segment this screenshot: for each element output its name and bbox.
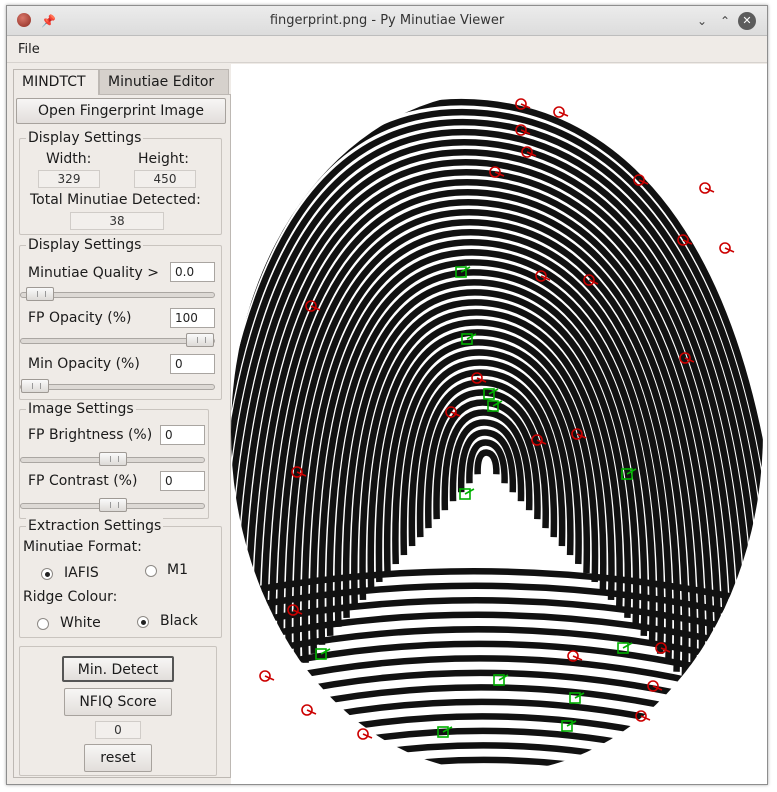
title-bar[interactable]: 📌 fingerprint.png - Py Minutiae Viewer ⌄… bbox=[7, 6, 767, 36]
min-opacity-label: Min Opacity (%) bbox=[28, 356, 140, 372]
maximize-icon[interactable]: ⌃ bbox=[716, 12, 734, 30]
tab-mindtct[interactable]: MINDTCT bbox=[13, 69, 99, 95]
display-info-group: Display Settings Width: Height: 329 450 … bbox=[19, 130, 222, 235]
total-minutiae-value: 38 bbox=[70, 212, 164, 230]
fp-brightness-handle[interactable] bbox=[99, 452, 127, 466]
display-settings-title: Display Settings bbox=[26, 237, 144, 253]
m1-label[interactable]: M1 bbox=[167, 562, 188, 578]
white-label[interactable]: White bbox=[60, 615, 101, 631]
radio-black[interactable] bbox=[137, 616, 149, 628]
fp-opacity-handle[interactable] bbox=[186, 333, 214, 347]
ending-marker[interactable] bbox=[259, 670, 275, 682]
reset-button[interactable]: reset bbox=[84, 744, 152, 772]
width-label: Width: bbox=[46, 151, 92, 167]
fingerprint-canvas[interactable] bbox=[231, 64, 767, 784]
menu-bar: File bbox=[7, 37, 767, 63]
control-panel: Open Fingerprint Image Display Settings … bbox=[13, 94, 231, 778]
display-info-title: Display Settings bbox=[26, 130, 144, 146]
minimize-icon[interactable]: ⌄ bbox=[693, 12, 711, 30]
black-label[interactable]: Black bbox=[160, 613, 198, 629]
radio-white[interactable] bbox=[37, 618, 49, 630]
app-window: 📌 fingerprint.png - Py Minutiae Viewer ⌄… bbox=[6, 5, 768, 785]
total-minutiae-label: Total Minutiae Detected: bbox=[30, 192, 201, 208]
min-opacity-slider[interactable] bbox=[20, 379, 215, 393]
fp-brightness-label: FP Brightness (%) bbox=[28, 427, 153, 443]
height-label: Height: bbox=[138, 151, 189, 167]
fp-opacity-label: FP Opacity (%) bbox=[28, 310, 132, 326]
actions-group: Min. Detect NFIQ Score 0 reset bbox=[19, 646, 217, 776]
tab-minutiae-editor[interactable]: Minutiae Editor bbox=[99, 69, 229, 95]
image-settings-group: Image Settings FP Brightness (%) 0 FP Co… bbox=[19, 401, 209, 519]
menu-file[interactable]: File bbox=[18, 42, 40, 57]
fingerprint-image bbox=[231, 92, 763, 772]
min-opacity-handle[interactable] bbox=[21, 379, 49, 393]
fingerprint-viewer[interactable] bbox=[231, 64, 767, 784]
iafis-label[interactable]: IAFIS bbox=[64, 565, 99, 581]
ending-marker[interactable] bbox=[699, 182, 715, 194]
image-settings-title: Image Settings bbox=[26, 401, 136, 417]
display-settings-group: Display Settings Minutiae Quality > 0.0 … bbox=[19, 237, 222, 400]
open-fingerprint-button[interactable]: Open Fingerprint Image bbox=[16, 98, 226, 124]
radio-iafis[interactable] bbox=[41, 568, 53, 580]
fp-contrast-input[interactable]: 0 bbox=[160, 471, 205, 491]
width-value: 329 bbox=[38, 170, 100, 188]
minutiae-quality-slider[interactable] bbox=[20, 287, 215, 301]
fp-brightness-slider[interactable] bbox=[20, 452, 205, 466]
extraction-settings-group: Extraction Settings Minutiae Format: IAF… bbox=[19, 518, 222, 638]
extraction-settings-title: Extraction Settings bbox=[26, 518, 164, 534]
min-opacity-input[interactable]: 0 bbox=[170, 354, 215, 374]
close-icon[interactable]: ✕ bbox=[738, 12, 756, 30]
ending-marker[interactable] bbox=[301, 704, 317, 716]
radio-m1[interactable] bbox=[145, 565, 157, 577]
fp-contrast-handle[interactable] bbox=[99, 498, 127, 512]
minutiae-format-label: Minutiae Format: bbox=[23, 539, 142, 555]
min-detect-button[interactable]: Min. Detect bbox=[62, 656, 174, 682]
fp-contrast-slider[interactable] bbox=[20, 498, 205, 512]
ridge-colour-label: Ridge Colour: bbox=[23, 589, 118, 605]
nfiq-score-value: 0 bbox=[95, 721, 141, 739]
fp-opacity-slider[interactable] bbox=[20, 333, 215, 347]
fp-brightness-input[interactable]: 0 bbox=[160, 425, 205, 445]
fp-opacity-input[interactable]: 100 bbox=[170, 308, 215, 328]
minutiae-quality-label: Minutiae Quality > bbox=[28, 265, 159, 281]
ending-marker[interactable] bbox=[719, 242, 735, 254]
window-title: fingerprint.png - Py Minutiae Viewer bbox=[269, 13, 505, 28]
minutiae-quality-handle[interactable] bbox=[26, 287, 54, 301]
minutiae-quality-input[interactable]: 0.0 bbox=[170, 262, 215, 282]
height-value: 450 bbox=[134, 170, 196, 188]
fp-contrast-label: FP Contrast (%) bbox=[28, 473, 138, 489]
nfiq-score-button[interactable]: NFIQ Score bbox=[64, 688, 172, 716]
